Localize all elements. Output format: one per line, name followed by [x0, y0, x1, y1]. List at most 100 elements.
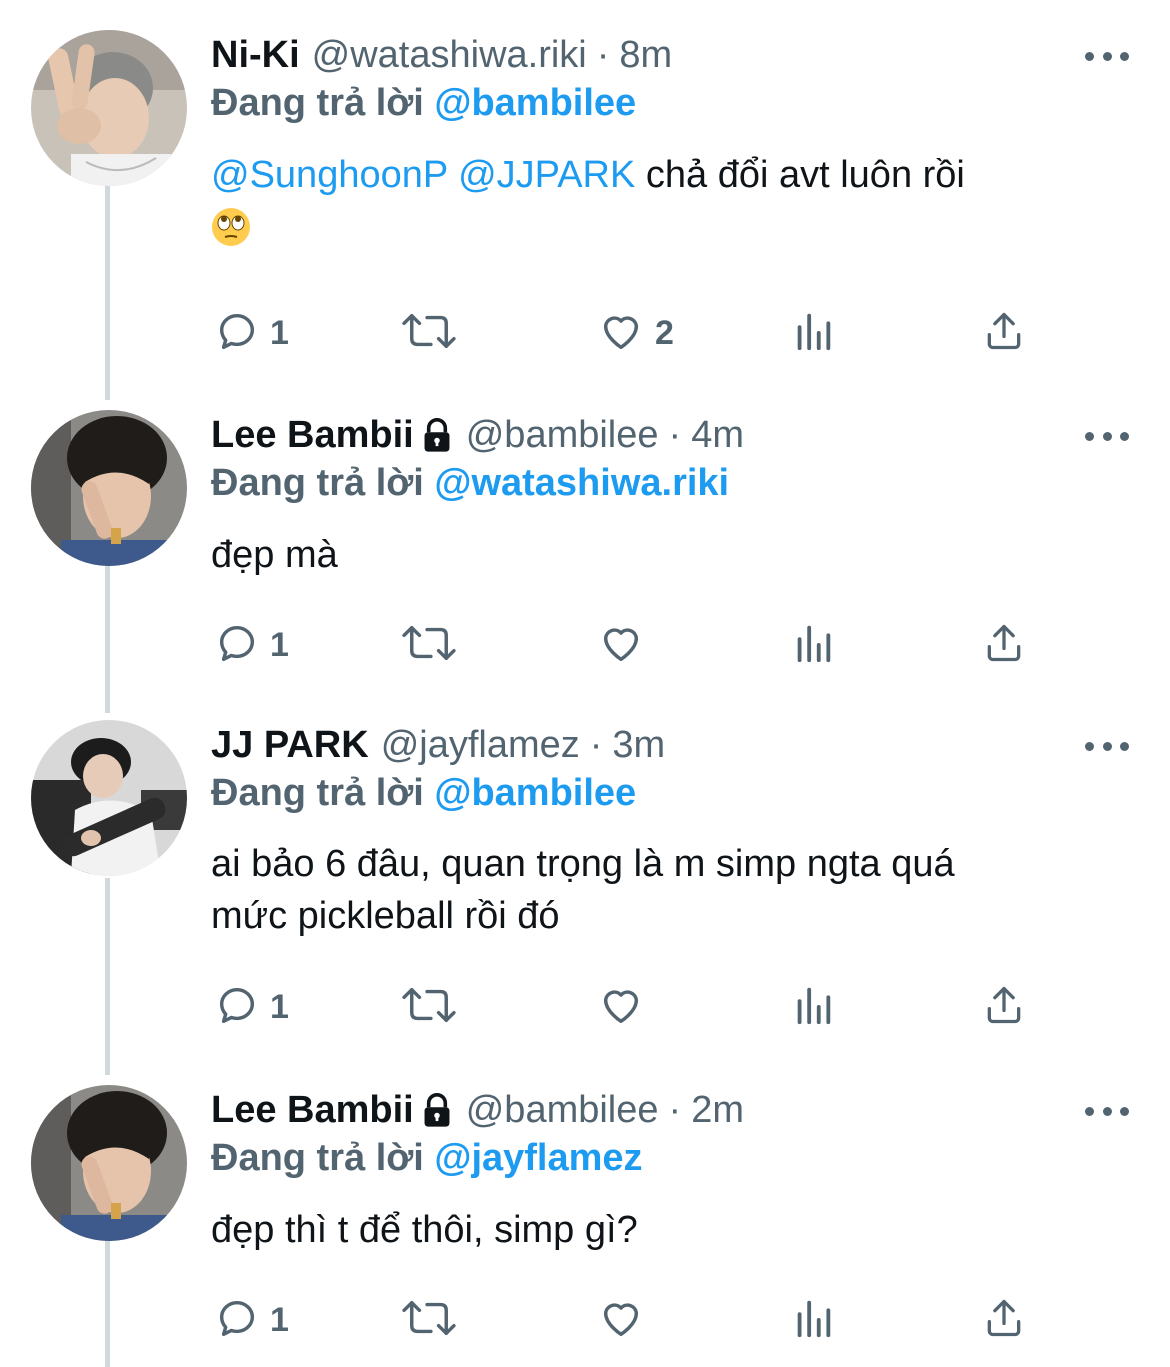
- tweet-text-content: đẹp thì t để thôi, simp gì?: [211, 1209, 638, 1251]
- timestamp[interactable]: 4m: [691, 414, 744, 457]
- tweet-text-line: mức pickleball rồi đó: [211, 895, 560, 937]
- more-dots-icon[interactable]: [1085, 742, 1129, 756]
- views-action[interactable]: [792, 1295, 834, 1345]
- replying-to: Đang trả lời @jayflamez: [211, 1137, 643, 1180]
- face-with-rolling-eyes-icon: [211, 206, 251, 264]
- share-action[interactable]: [982, 620, 1026, 670]
- heart-icon[interactable]: [597, 1295, 645, 1346]
- more-dots-icon[interactable]: [1085, 1107, 1129, 1121]
- share-upload-icon[interactable]: [982, 982, 1026, 1033]
- replying-to-mention[interactable]: @watashiwa.riki: [434, 462, 729, 504]
- retweet-arrows-icon[interactable]: [400, 982, 458, 1033]
- lock-icon: [420, 417, 454, 453]
- reply-action[interactable]: 1: [214, 308, 289, 358]
- views-action[interactable]: [792, 982, 834, 1032]
- heart-icon[interactable]: [597, 620, 645, 671]
- thread-line: [105, 185, 110, 400]
- bar-chart-icon[interactable]: [792, 1295, 834, 1346]
- replying-to: Đang trả lời @bambilee: [211, 772, 636, 815]
- bar-chart-icon[interactable]: [792, 982, 834, 1033]
- tweet-text-line: ai bảo 6 đâu, quan trọng là m simp ngta …: [211, 843, 955, 885]
- tweet-text: đẹp thì t để thôi, simp gì?: [211, 1201, 1131, 1259]
- tweet-text: @SunghoonP @JJPARK chả đổi avt luôn rồi: [211, 146, 1131, 264]
- like-action[interactable]: [597, 982, 655, 1032]
- retweet-arrows-icon[interactable]: [400, 308, 458, 359]
- reply-count: 1: [270, 313, 289, 352]
- tweet-actions: 1: [0, 620, 1170, 670]
- speech-bubble-icon[interactable]: [214, 308, 260, 359]
- reply-count: 1: [270, 987, 289, 1026]
- reply-action[interactable]: 1: [214, 982, 289, 1032]
- thread-line: [105, 878, 110, 1075]
- display-name[interactable]: Ni-Ki: [211, 34, 300, 77]
- heart-icon[interactable]: [597, 982, 645, 1033]
- replying-to-mention[interactable]: @jayflamez: [434, 1137, 642, 1179]
- tweet-actions: 1 2: [0, 308, 1170, 358]
- tweet-text-content: đẹp mà: [211, 534, 338, 576]
- timestamp[interactable]: 3m: [612, 724, 665, 767]
- avatar[interactable]: [31, 720, 187, 876]
- share-action[interactable]: [982, 982, 1026, 1032]
- share-upload-icon[interactable]: [982, 308, 1026, 359]
- share-upload-icon[interactable]: [982, 620, 1026, 671]
- user-handle[interactable]: @bambilee: [466, 414, 659, 457]
- user-handle[interactable]: @bambilee: [466, 1089, 659, 1132]
- timestamp[interactable]: 8m: [619, 34, 672, 77]
- reply-count: 1: [270, 625, 289, 664]
- avatar[interactable]: [31, 410, 187, 566]
- share-action[interactable]: [982, 308, 1026, 358]
- replying-to: Đang trả lời @bambilee: [211, 82, 636, 125]
- retweet-arrows-icon[interactable]: [400, 620, 458, 671]
- heart-icon[interactable]: [597, 308, 645, 359]
- replying-to-label: Đang trả lời: [211, 772, 424, 814]
- separator-dot: ·: [589, 723, 603, 766]
- more-dots-icon[interactable]: [1085, 432, 1129, 446]
- speech-bubble-icon[interactable]: [214, 982, 260, 1033]
- retweet-action[interactable]: [400, 1295, 468, 1345]
- replying-to: Đang trả lời @watashiwa.riki: [211, 462, 729, 505]
- like-action[interactable]: 2: [597, 308, 674, 358]
- views-action[interactable]: [792, 620, 834, 670]
- replying-to-mention[interactable]: @bambilee: [434, 82, 636, 124]
- tweet-actions: 1: [0, 1295, 1170, 1345]
- reply-count: 1: [270, 1300, 289, 1339]
- more-dots-icon[interactable]: [1085, 52, 1129, 66]
- retweet-action[interactable]: [400, 620, 468, 670]
- share-upload-icon[interactable]: [982, 1295, 1026, 1346]
- speech-bubble-icon[interactable]: [214, 1295, 260, 1346]
- like-count: 2: [655, 313, 674, 352]
- tweet-text-content: chả đổi avt luôn rồi: [645, 154, 965, 196]
- separator-dot: ·: [596, 33, 610, 76]
- replying-to-label: Đang trả lời: [211, 462, 424, 504]
- mention-link[interactable]: @SunghoonP: [211, 154, 448, 196]
- reply-action[interactable]: 1: [214, 620, 289, 670]
- replying-to-mention[interactable]: @bambilee: [434, 772, 636, 814]
- tweet-actions: 1: [0, 982, 1170, 1032]
- bar-chart-icon[interactable]: [792, 620, 834, 671]
- display-name[interactable]: Lee Bambii: [211, 414, 414, 457]
- avatar[interactable]: [31, 30, 187, 186]
- avatar[interactable]: [31, 1085, 187, 1241]
- bar-chart-icon[interactable]: [792, 308, 834, 359]
- like-action[interactable]: [597, 1295, 655, 1345]
- reply-action[interactable]: 1: [214, 1295, 289, 1345]
- timestamp[interactable]: 2m: [691, 1089, 744, 1132]
- replying-to-label: Đang trả lời: [211, 1137, 424, 1179]
- separator-dot: ·: [668, 413, 682, 456]
- like-action[interactable]: [597, 620, 655, 670]
- tweet-text: ai bảo 6 đâu, quan trọng là m simp ngta …: [211, 838, 1131, 942]
- share-action[interactable]: [982, 1295, 1026, 1345]
- user-handle[interactable]: @jayflamez: [381, 724, 580, 767]
- user-handle[interactable]: @watashiwa.riki: [312, 34, 587, 77]
- retweet-arrows-icon[interactable]: [400, 1295, 458, 1346]
- retweet-action[interactable]: [400, 308, 468, 358]
- views-action[interactable]: [792, 308, 834, 358]
- display-name[interactable]: Lee Bambii: [211, 1089, 414, 1132]
- retweet-action[interactable]: [400, 982, 468, 1032]
- separator-dot: ·: [668, 1088, 682, 1131]
- tweet-text: đẹp mà: [211, 526, 1131, 584]
- speech-bubble-icon[interactable]: [214, 620, 260, 671]
- lock-icon: [420, 1092, 454, 1128]
- display-name[interactable]: JJ PARK: [211, 724, 369, 767]
- mention-link[interactable]: @JJPARK: [458, 154, 635, 196]
